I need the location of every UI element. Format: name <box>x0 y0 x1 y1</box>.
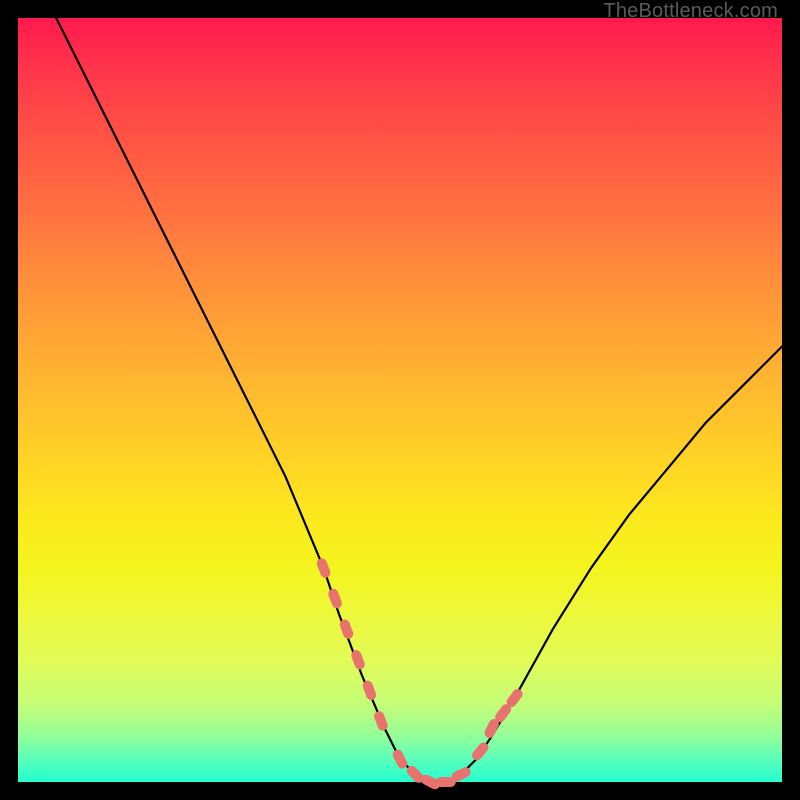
chart-svg-layer <box>18 18 782 782</box>
marker-dot <box>315 557 331 579</box>
marker-dot <box>391 748 409 770</box>
bottleneck-curve <box>56 18 782 782</box>
watermark-text: TheBottleneck.com <box>603 0 778 23</box>
marker-dot <box>327 587 343 609</box>
marker-dot <box>373 710 389 732</box>
marker-group <box>315 557 524 791</box>
marker-dot <box>361 679 377 701</box>
chart-frame: TheBottleneck.com <box>0 0 800 800</box>
